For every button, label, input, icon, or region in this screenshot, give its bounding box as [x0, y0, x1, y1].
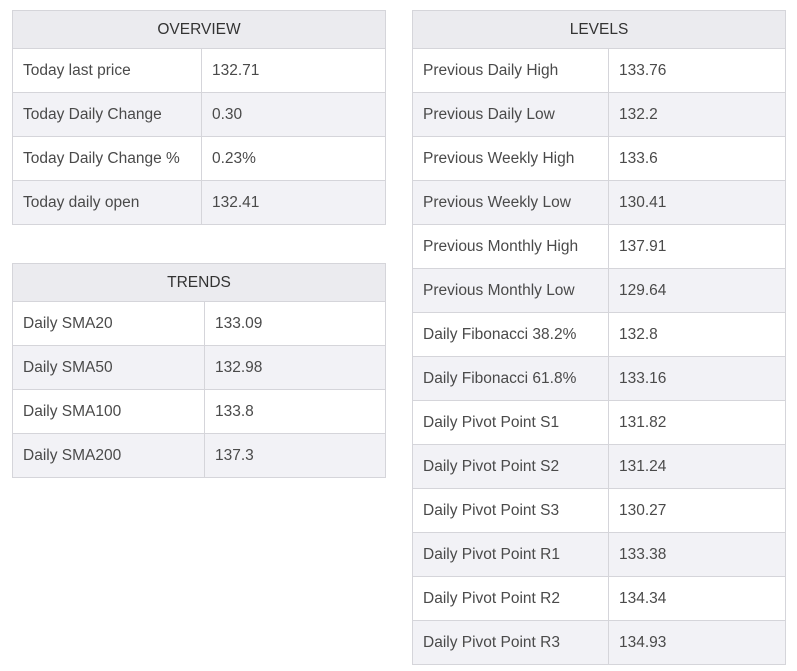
- row-label: Daily Fibonacci 61.8%: [412, 356, 609, 401]
- overview-header-row: OVERVIEW: [11, 10, 387, 49]
- row-label: Previous Monthly Low: [412, 268, 609, 313]
- row-value: 0.30: [200, 92, 387, 137]
- table-row: Daily SMA50 132.98: [12, 345, 387, 390]
- table-row: Daily Pivot Point R2 134.34: [412, 576, 787, 621]
- row-value: 137.91: [607, 224, 787, 269]
- row-value: 132.98: [203, 345, 387, 390]
- row-label: Daily SMA20: [12, 301, 205, 346]
- table-row: Today Daily Change 0.30: [12, 92, 387, 137]
- table-row: Previous Daily High 133.76: [412, 48, 787, 93]
- row-value: 131.24: [607, 444, 787, 489]
- table-row: Daily Pivot Point S3 130.27: [412, 488, 787, 533]
- table-row: Previous Weekly High 133.6: [412, 136, 787, 181]
- row-value: 132.2: [607, 92, 787, 137]
- table-row: Daily Pivot Point S2 131.24: [412, 444, 787, 489]
- row-value: 133.09: [203, 301, 387, 346]
- table-row: Previous Weekly Low 130.41: [412, 180, 787, 225]
- levels-title: LEVELS: [411, 10, 787, 49]
- row-value: 129.64: [607, 268, 787, 313]
- row-label: Previous Daily High: [412, 48, 609, 93]
- row-label: Daily SMA50: [12, 345, 205, 390]
- row-label: Today Daily Change %: [12, 136, 202, 181]
- table-row: Daily SMA20 133.09: [12, 301, 387, 346]
- row-value: 133.16: [607, 356, 787, 401]
- row-label: Previous Monthly High: [412, 224, 609, 269]
- row-value: 132.71: [200, 48, 387, 93]
- trends-title: TRENDS: [11, 263, 387, 302]
- trends-table: TRENDS Daily SMA20 133.09 Daily SMA50 13…: [11, 263, 387, 478]
- table-row: Daily SMA100 133.8: [12, 389, 387, 434]
- row-value: 130.41: [607, 180, 787, 225]
- row-value: 134.34: [607, 576, 787, 621]
- row-label: Daily Pivot Point R3: [412, 620, 609, 665]
- table-row: Previous Daily Low 132.2: [412, 92, 787, 137]
- row-value: 130.27: [607, 488, 787, 533]
- overview-table: OVERVIEW Today last price 132.71 Today D…: [11, 10, 387, 225]
- row-label: Previous Weekly High: [412, 136, 609, 181]
- row-label: Daily SMA100: [12, 389, 205, 434]
- table-row: Daily Pivot Point R3 134.93: [412, 620, 787, 665]
- table-row: Today last price 132.71: [12, 48, 387, 93]
- row-label: Daily Pivot Point R1: [412, 532, 609, 577]
- row-label: Today daily open: [12, 180, 202, 225]
- row-label: Daily Pivot Point S1: [412, 400, 609, 445]
- row-value: 133.38: [607, 532, 787, 577]
- row-value: 132.41: [200, 180, 387, 225]
- table-row: Today Daily Change % 0.23%: [12, 136, 387, 181]
- row-label: Daily SMA200: [12, 433, 205, 478]
- levels-table: LEVELS Previous Daily High 133.76 Previo…: [411, 10, 787, 665]
- row-value: 133.8: [203, 389, 387, 434]
- row-value: 134.93: [607, 620, 787, 665]
- table-row: Daily Pivot Point S1 131.82: [412, 400, 787, 445]
- table-row: Today daily open 132.41: [12, 180, 387, 225]
- row-label: Today last price: [12, 48, 202, 93]
- trends-header-row: TRENDS: [11, 263, 387, 302]
- table-row: Previous Monthly Low 129.64: [412, 268, 787, 313]
- table-row: Daily Fibonacci 38.2% 132.8: [412, 312, 787, 357]
- table-row: Daily SMA200 137.3: [12, 433, 387, 478]
- row-label: Daily Pivot Point R2: [412, 576, 609, 621]
- row-value: 137.3: [203, 433, 387, 478]
- row-label: Daily Pivot Point S3: [412, 488, 609, 533]
- row-value: 133.76: [607, 48, 787, 93]
- table-row: Daily Fibonacci 61.8% 133.16: [412, 356, 787, 401]
- row-label: Previous Weekly Low: [412, 180, 609, 225]
- table-row: Previous Monthly High 137.91: [412, 224, 787, 269]
- row-label: Today Daily Change: [12, 92, 202, 137]
- row-value: 131.82: [607, 400, 787, 445]
- overview-title: OVERVIEW: [11, 10, 387, 49]
- row-label: Daily Pivot Point S2: [412, 444, 609, 489]
- row-value: 0.23%: [200, 136, 387, 181]
- row-value: 133.6: [607, 136, 787, 181]
- row-label: Previous Daily Low: [412, 92, 609, 137]
- row-label: Daily Fibonacci 38.2%: [412, 312, 609, 357]
- row-value: 132.8: [607, 312, 787, 357]
- table-row: Daily Pivot Point R1 133.38: [412, 532, 787, 577]
- levels-header-row: LEVELS: [411, 10, 787, 49]
